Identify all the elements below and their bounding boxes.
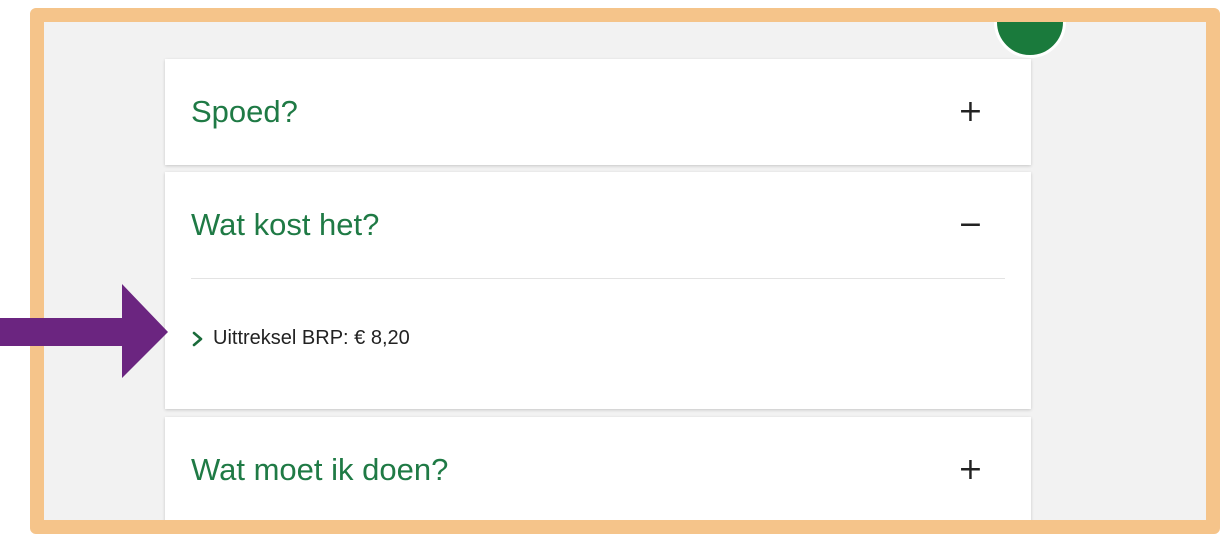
accordion-title: Wat moet ik doen? bbox=[191, 452, 449, 487]
accordion-item-wat-kost-het: Wat kost het? − Uittreksel BRP: € 8,20 bbox=[165, 172, 1031, 409]
price-text: Uittreksel BRP: € 8,20 bbox=[213, 327, 410, 349]
accordion-item-wat-moet-ik-doen: Wat moet ik doen? + bbox=[165, 417, 1031, 520]
accordion-item-spoed: Spoed? + bbox=[165, 59, 1031, 165]
accordion-header-wat-moet-ik-doen[interactable]: Wat moet ik doen? + bbox=[165, 417, 1031, 520]
accordion-header-spoed[interactable]: Spoed? + bbox=[165, 59, 1031, 165]
minus-icon[interactable]: − bbox=[958, 210, 983, 240]
green-circle-button[interactable] bbox=[994, 22, 1066, 58]
highlight-frame: Spoed? + Wat kost het? − Uittreksel BRP:… bbox=[30, 8, 1220, 534]
accordion-header-wat-kost-het[interactable]: Wat kost het? − bbox=[165, 172, 1031, 278]
plus-icon[interactable]: + bbox=[958, 97, 983, 127]
list-item: Uittreksel BRP: € 8,20 bbox=[191, 327, 410, 350]
plus-icon[interactable]: + bbox=[958, 455, 983, 485]
arrow-right-icon bbox=[0, 284, 168, 378]
accordion-title: Spoed? bbox=[191, 94, 298, 129]
accordion-content: Uittreksel BRP: € 8,20 bbox=[165, 279, 1031, 409]
accordion-title: Wat kost het? bbox=[191, 207, 380, 242]
chevron-right-icon bbox=[192, 331, 203, 346]
